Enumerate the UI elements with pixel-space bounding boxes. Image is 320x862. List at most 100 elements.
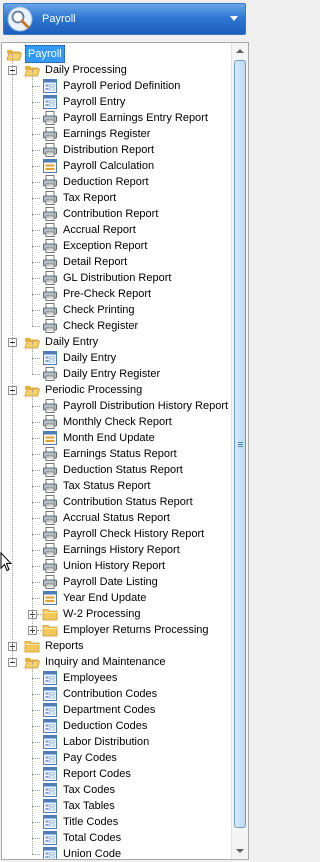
printer-icon [43,319,57,333]
tree-item-pay-codes[interactable]: Pay Codes [42,750,118,766]
tree-item-earnings-register[interactable]: Earnings Register [42,126,151,142]
tree-node-label: Daily Processing [45,64,127,76]
tree-connector-line [32,694,40,695]
tree-node-label: Payroll [25,45,65,63]
update-icon [43,431,57,445]
tree-item-deduction-status-report[interactable]: Deduction Status Report [42,462,184,478]
tree-item-earnings-status-report[interactable]: Earnings Status Report [42,446,178,462]
scrollbar-thumb[interactable] [234,60,246,828]
tree-item-monthly-check-report[interactable]: Monthly Check Report [42,414,173,430]
tree-node-label: Accrual Report [63,224,136,236]
tree-connector-line [32,150,40,151]
tree-connector-line [32,422,40,423]
tree-item-department-codes[interactable]: Department Codes [42,702,156,718]
printer-icon [43,479,57,493]
tree-connector-line [37,630,41,631]
tree-item-detail-report[interactable]: Detail Report [42,254,128,270]
tree-item-labor-distribution[interactable]: Labor Distribution [42,734,150,750]
tree-item-contribution-report[interactable]: Contribution Report [42,206,159,222]
vertical-scrollbar[interactable] [231,43,248,859]
tree-item-month-end-update[interactable]: Month End Update [42,430,156,446]
tree-item-check-register[interactable]: Check Register [42,318,139,334]
tree-node-label: Union History Report [63,560,166,572]
arrow-down-icon [236,849,244,853]
tree-item-union-code[interactable]: Union Code [42,846,122,859]
tree-item-deduction-report[interactable]: Deduction Report [42,174,150,190]
tree-connector-line [32,790,40,791]
tree-node-label: Distribution Report [63,144,155,156]
tree-node-label: Exception Report [63,240,148,252]
tree-item-tax-status-report[interactable]: Tax Status Report [42,478,151,494]
tree-node-label: W-2 Processing [63,608,141,620]
printer-icon [43,255,57,269]
tree-group-daily-entry[interactable]: Daily Entry [24,334,99,350]
tree-item-year-end-update[interactable]: Year End Update [42,590,147,606]
tree-node-label: Report Codes [63,768,131,780]
tree-item-tax-tables[interactable]: Tax Tables [42,798,116,814]
tree-node-label: Payroll Earnings Entry Report [63,112,208,124]
tree-item-total-codes[interactable]: Total Codes [42,830,122,846]
tree-item-gl-distribution-report[interactable]: GL Distribution Report [42,270,172,286]
tree-node-label: Labor Distribution [63,736,150,748]
tree-item-exception-report[interactable]: Exception Report [42,238,148,254]
tree-connector-line [32,246,40,247]
tree-connector-line [32,438,40,439]
tree-connector-line [32,390,33,630]
tree-item-title-codes[interactable]: Title Codes [42,814,119,830]
tree-group-reports[interactable]: Reports [24,638,85,654]
tree-subgroup-w-2-processing[interactable]: W-2 Processing [42,606,141,622]
tree-item-union-history-report[interactable]: Union History Report [42,558,166,574]
tree-item-daily-entry[interactable]: Daily Entry [42,350,117,366]
tree-item-payroll-distribution-history-report[interactable]: Payroll Distribution History Report [42,398,229,414]
tree-item-tax-report[interactable]: Tax Report [42,190,117,206]
tree-item-report-codes[interactable]: Report Codes [42,766,132,782]
tree-node-label: Daily Entry Register [63,368,161,380]
tree-item-distribution-report[interactable]: Distribution Report [42,142,155,158]
tree-node-label: Reports [45,640,84,652]
printer-icon [43,223,57,237]
tree-item-check-printing[interactable]: Check Printing [42,302,136,318]
tree-item-payroll-earnings-entry-report[interactable]: Payroll Earnings Entry Report [42,110,209,126]
tree-item-payroll-period-definition[interactable]: Payroll Period Definition [42,78,181,94]
tree-item-deduction-codes[interactable]: Deduction Codes [42,718,148,734]
tree-item-tax-codes[interactable]: Tax Codes [42,782,116,798]
module-selector[interactable]: Payroll [3,3,246,35]
form-icon [43,783,57,797]
tree-group-daily-processing[interactable]: Daily Processing [24,62,128,78]
arrow-up-icon [236,49,244,53]
tree-connector-line [32,486,40,487]
tree-item-accrual-report[interactable]: Accrual Report [42,222,137,238]
printer-icon [43,143,57,157]
tree-item-payroll-date-listing[interactable]: Payroll Date Listing [42,574,159,590]
tree-item-payroll-check-history-report[interactable]: Payroll Check History Report [42,526,205,542]
tree-item-contribution-codes[interactable]: Contribution Codes [42,686,158,702]
tree-node-label: Detail Report [63,256,128,268]
tree-group-inquiry-and-maintenance[interactable]: Inquiry and Maintenance [24,654,166,670]
tree-group-periodic-processing[interactable]: Periodic Processing [24,382,143,398]
tree-item-contribution-status-report[interactable]: Contribution Status Report [42,494,194,510]
tree-item-accrual-status-report[interactable]: Accrual Status Report [42,510,171,526]
dropdown-arrow-icon[interactable] [230,16,238,21]
tree-connector-line [32,278,40,279]
tree-item-earnings-history-report[interactable]: Earnings History Report [42,542,181,558]
tree-subgroup-employer-returns-processing[interactable]: Employer Returns Processing [42,622,210,638]
scroll-up-button[interactable] [232,43,248,59]
tree-item-pre-check-report[interactable]: Pre-Check Report [42,286,152,302]
tree-item-daily-entry-register[interactable]: Daily Entry Register [42,366,161,382]
tree-root-payroll[interactable]: Payroll [6,45,65,63]
tree-connector-line [32,342,33,374]
module-label: Payroll [42,13,76,25]
tree-item-payroll-entry[interactable]: Payroll Entry [42,94,126,110]
tree-node-label: Check Printing [63,304,135,316]
tree-item-employees[interactable]: Employees [42,670,118,686]
tree-node-label: Accrual Status Report [63,512,170,524]
grip-line [238,444,243,445]
mouse-cursor-icon [0,552,12,572]
tree-connector-line [32,214,40,215]
tree-node-label: Deduction Status Report [63,464,183,476]
tree-connector-line [32,678,40,679]
tree-node-label: Tax Tables [63,800,115,812]
tree-connector-line [32,566,40,567]
scroll-down-button[interactable] [232,843,248,859]
tree-item-payroll-calculation[interactable]: Payroll Calculation [42,158,155,174]
